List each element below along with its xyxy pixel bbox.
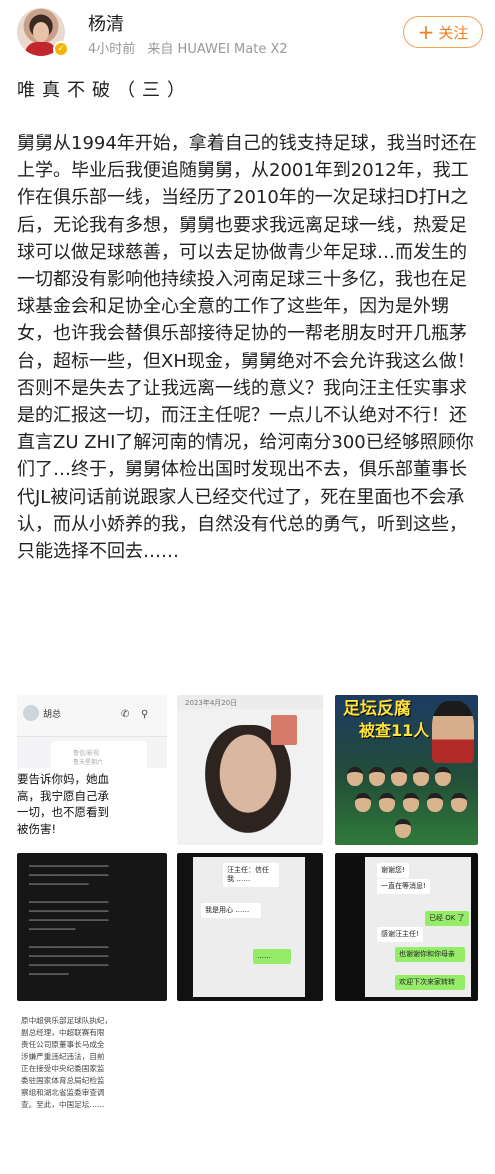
chat-bubble: 我是用心 …… [201, 903, 261, 918]
poster-portrait [432, 701, 474, 763]
post-header: ✓ 杨清 4小时前 来自 HUAWEI Mate X2 + 关注 [0, 0, 495, 62]
contact-avatar [23, 705, 39, 721]
post-image-chat-3[interactable]: 谢谢您! 一直在等消息! 已经 OK 了 感谢汪主任! 也谢谢你和你母亲 欢迎下… [335, 853, 478, 1001]
poster-title: 足坛反腐 [343, 699, 411, 719]
post-image-video-call[interactable]: 2023年4月20日 [177, 695, 323, 845]
post-image-document-dark[interactable]: ━━━━━━━━━━━━━━━━━━━━━━━━ ━━━━━━━━━━━━━━━━… [17, 853, 167, 1001]
chat-bubble: 汪主任：信任我 …… [223, 863, 279, 887]
chat-bubble: 也谢谢你和你母亲 [395, 947, 465, 962]
profile-icon: ⚲ [141, 709, 149, 720]
post-image-chat-2[interactable]: 汪主任：信任我 …… 我是用心 …… …… [177, 853, 323, 1001]
plus-icon: + [417, 20, 435, 44]
chat-message: 要告诉你妈，她血 高，我宁愿自己承 一切，也不愿看到 被伤害! [17, 772, 109, 836]
post-image-chat-1[interactable]: 胡总 ✆ ⚲ 鲁信/影视 鲁夭星期六 要告诉你妈，她血 高，我宁愿自己承 一切，… [17, 695, 167, 845]
chat-contact-name: 胡总 [43, 710, 62, 720]
poster-subtitle: 被查11人 [359, 721, 430, 740]
chat-bubble: 已经 OK 了 [425, 911, 469, 926]
post-meta: 4小时前 来自 HUAWEI Mate X2 [88, 38, 288, 57]
chat-bubble: 谢谢您! [377, 863, 409, 878]
follow-button[interactable]: + 关注 [403, 16, 483, 48]
phone-icon: ✆ [121, 709, 130, 720]
post-image-document[interactable]: 原中超俱乐部足球队执纪， 副总经理，中超联赛有限 责任公司原董事长马成全 涉嫌严… [17, 1009, 167, 1169]
video-timestamp: 2023年4月20日 [185, 699, 238, 707]
chat-bubble: 一直在等消息! [377, 879, 430, 894]
post-image-poster[interactable]: 足坛反腐 被查11人 [335, 695, 478, 845]
post-title: 唯真不破（三） [17, 80, 192, 101]
document-text: ━━━━━━━━━━━━━━━━━━━━━━━━ ━━━━━━━━━━━━━━━━… [29, 864, 109, 978]
post-time: 4小时前 [88, 42, 136, 57]
document-text: 原中超俱乐部足球队执纪， 副总经理，中超联赛有限 责任公司原董事长马成全 涉嫌严… [21, 1016, 113, 1109]
post-body: 舅舅从1994年开始，拿着自己的钱支持足球，我当时还在上学。毕业后我便追随舅舅，… [17, 133, 477, 563]
chat-bubble: …… [253, 949, 291, 964]
pip-photo [271, 715, 297, 745]
author-name[interactable]: 杨清 [88, 10, 124, 36]
verified-badge-icon: ✓ [53, 41, 69, 57]
follow-label: 关注 [438, 23, 469, 42]
chat-bubble: 欢迎下次来家转转 [395, 975, 465, 990]
post-source: 来自 HUAWEI Mate X2 [147, 42, 288, 57]
card-text: 鲁信/影视 鲁夭星期六 [73, 750, 104, 766]
chat-bubble: 感谢汪主任! [377, 927, 423, 942]
